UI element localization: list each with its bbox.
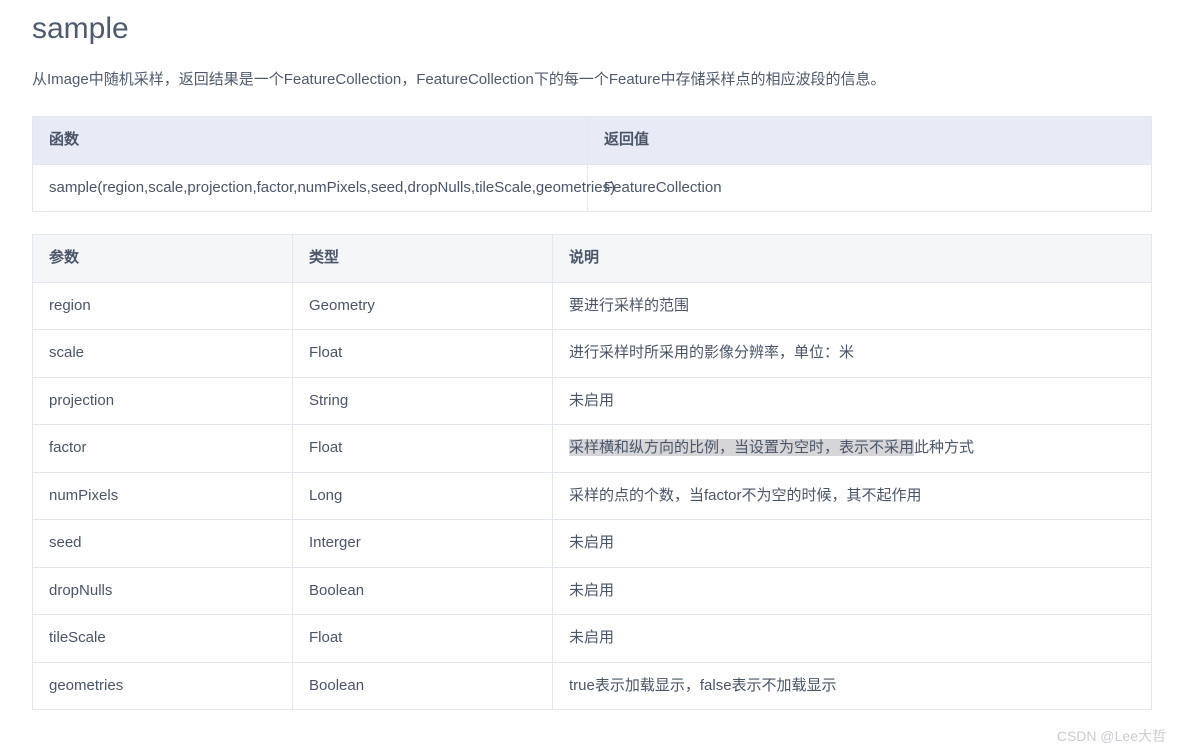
table-row: numPixels Long 采样的点的个数，当factor不为空的时候，其不起… [33, 472, 1152, 520]
table-row: region Geometry 要进行采样的范围 [33, 282, 1152, 330]
table-row: geometries Boolean true表示加载显示，false表示不加载… [33, 662, 1152, 710]
signature-table: 函数 返回值 sample(region,scale,projection,fa… [32, 116, 1152, 212]
param-desc: 采样横和纵方向的比例，当设置为空时，表示不采用此种方式 [553, 425, 1152, 473]
param-desc: 未启用 [553, 615, 1152, 663]
params-table: 参数 类型 说明 region Geometry 要进行采样的范围 scale … [32, 234, 1152, 710]
param-type: Geometry [293, 282, 553, 330]
table-row: factor Float 采样横和纵方向的比例，当设置为空时，表示不采用此种方式 [33, 425, 1152, 473]
param-desc: true表示加载显示，false表示不加载显示 [553, 662, 1152, 710]
param-desc: 未启用 [553, 567, 1152, 615]
param-desc: 未启用 [553, 520, 1152, 568]
sig-header-func: 函数 [33, 117, 588, 165]
sig-func-cell: sample(region,scale,projection,factor,nu… [33, 164, 588, 212]
highlighted-text: 采样横和纵方向的比例，当设置为空时，表示不采用 [569, 439, 914, 456]
params-header-desc: 说明 [553, 235, 1152, 283]
param-desc: 要进行采样的范围 [553, 282, 1152, 330]
param-name: tileScale [33, 615, 293, 663]
param-desc: 未启用 [553, 377, 1152, 425]
param-desc-tail: 此种方式 [914, 439, 974, 456]
table-row: seed Interger 未启用 [33, 520, 1152, 568]
table-row: sample(region,scale,projection,factor,nu… [33, 164, 1152, 212]
description-text: 从Image中随机采样，返回结果是一个FeatureCollection，Fea… [32, 68, 1152, 92]
param-name: region [33, 282, 293, 330]
table-row: dropNulls Boolean 未启用 [33, 567, 1152, 615]
param-type: String [293, 377, 553, 425]
table-row: tileScale Float 未启用 [33, 615, 1152, 663]
param-name: factor [33, 425, 293, 473]
param-name: projection [33, 377, 293, 425]
param-type: Float [293, 330, 553, 378]
param-type: Long [293, 472, 553, 520]
param-desc: 进行采样时所采用的影像分辨率，单位：米 [553, 330, 1152, 378]
param-name: seed [33, 520, 293, 568]
param-type: Interger [293, 520, 553, 568]
param-type: Boolean [293, 567, 553, 615]
param-type: Float [293, 425, 553, 473]
page-title: sample [32, 12, 1152, 46]
param-name: scale [33, 330, 293, 378]
params-header-type: 类型 [293, 235, 553, 283]
sig-ret-cell: FeatureCollection [588, 164, 1152, 212]
param-name: numPixels [33, 472, 293, 520]
params-header-param: 参数 [33, 235, 293, 283]
table-row: scale Float 进行采样时所采用的影像分辨率，单位：米 [33, 330, 1152, 378]
param-name: geometries [33, 662, 293, 710]
param-type: Boolean [293, 662, 553, 710]
sig-header-ret: 返回值 [588, 117, 1152, 165]
param-name: dropNulls [33, 567, 293, 615]
param-desc: 采样的点的个数，当factor不为空的时候，其不起作用 [553, 472, 1152, 520]
watermark-text: CSDN @Lee大哲 [1057, 726, 1166, 746]
table-row: projection String 未启用 [33, 377, 1152, 425]
param-type: Float [293, 615, 553, 663]
